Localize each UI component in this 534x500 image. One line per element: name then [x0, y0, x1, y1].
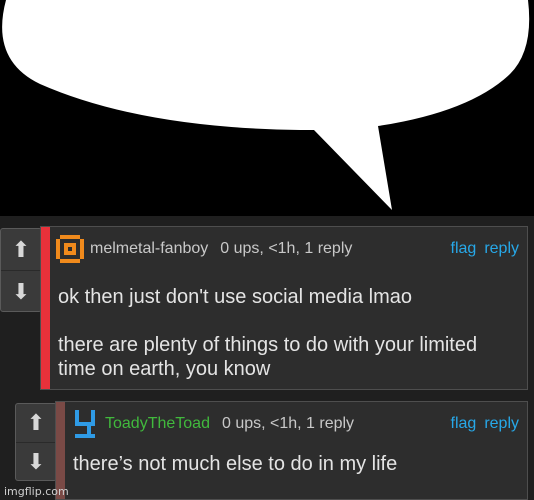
comment-meta: 0 ups, <1h, 1 reply: [221, 415, 355, 432]
orange-pixel-avatar-icon: [56, 235, 84, 263]
comment: melmetal-fanboy 0 ups, <1h, 1 reply flag…: [40, 226, 528, 390]
comment-username[interactable]: ToadyTheToad: [105, 415, 210, 433]
comment-body: there’s not much else to do in my life: [73, 452, 513, 476]
vote-controls: ⬆ ⬇: [0, 228, 42, 312]
arrow-down-icon: ⬇: [26, 449, 46, 474]
watermark: imgflip.com: [4, 485, 69, 498]
downvote-button[interactable]: ⬇: [16, 442, 56, 481]
vote-controls: ⬆ ⬇: [15, 403, 57, 481]
flag-link[interactable]: flag: [451, 415, 477, 433]
comment-actions: flag reply: [451, 240, 519, 258]
blue-pixel-avatar-icon: [71, 410, 99, 438]
speech-bubble-image: [0, 0, 534, 216]
reply-link[interactable]: reply: [484, 415, 519, 433]
arrow-down-icon: ⬇: [11, 278, 31, 304]
comment-body: ok then just don't use social media lmao…: [58, 285, 513, 381]
comment-actions: flag reply: [451, 415, 519, 433]
comment-text-line: there’s not much else to do in my life: [73, 453, 398, 475]
comment-meta: 0 ups, <1h, 1 reply: [220, 240, 353, 257]
comment-username[interactable]: melmetal-fanboy: [90, 240, 208, 258]
comment-header: melmetal-fanboy 0 ups, <1h, 1 reply flag…: [56, 235, 519, 263]
comment-header: ToadyTheToad 0 ups, <1h, 1 reply flag re…: [71, 410, 519, 438]
reply-link[interactable]: reply: [484, 240, 519, 258]
comment-text-line: there are plenty of things to do with yo…: [58, 334, 478, 380]
arrow-up-icon: ⬆: [11, 236, 31, 262]
upvote-button[interactable]: ⬆: [1, 229, 41, 270]
arrow-up-icon: ⬆: [26, 410, 46, 435]
comment: ToadyTheToad 0 ups, <1h, 1 reply flag re…: [55, 401, 528, 500]
comment-text-line: ok then just don't use social media lmao: [58, 286, 413, 308]
flag-link[interactable]: flag: [451, 240, 477, 258]
comment-accent-bar: [41, 227, 50, 389]
upvote-button[interactable]: ⬆: [16, 404, 56, 442]
comments-section: ⬆ ⬇ melmetal-fanboy 0 ups, <1h, 1 reply …: [0, 216, 534, 500]
downvote-button[interactable]: ⬇: [1, 270, 41, 312]
